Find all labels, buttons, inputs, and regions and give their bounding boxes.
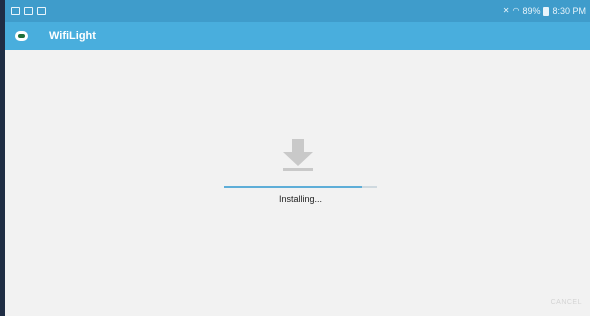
download-icon [283,139,313,171]
notification-icons [11,7,46,15]
system-status: ✕ ◠ 89% 8:30 PM [503,6,586,16]
battery-percent: 89% [522,6,541,16]
mute-icon: ✕ [502,6,510,15]
app-title: WifiLight [49,30,96,42]
cancel-button[interactable]: CANCEL [551,299,582,306]
clock: 8:30 PM [552,6,586,16]
notification-icon [37,7,46,15]
install-progress-fill [224,186,362,188]
install-status-label: Installing... [278,194,323,204]
app-bar: WifiLight [5,22,590,50]
notification-icon [24,7,33,15]
status-bar: ✕ ◠ 89% 8:30 PM [5,0,590,22]
notification-icon [11,7,20,15]
battery-icon [543,6,550,16]
install-progress-bar [224,186,377,188]
wifi-icon: ◠ [512,6,520,15]
android-app-icon [15,31,28,41]
install-screen: Installing... CANCEL [5,50,590,316]
